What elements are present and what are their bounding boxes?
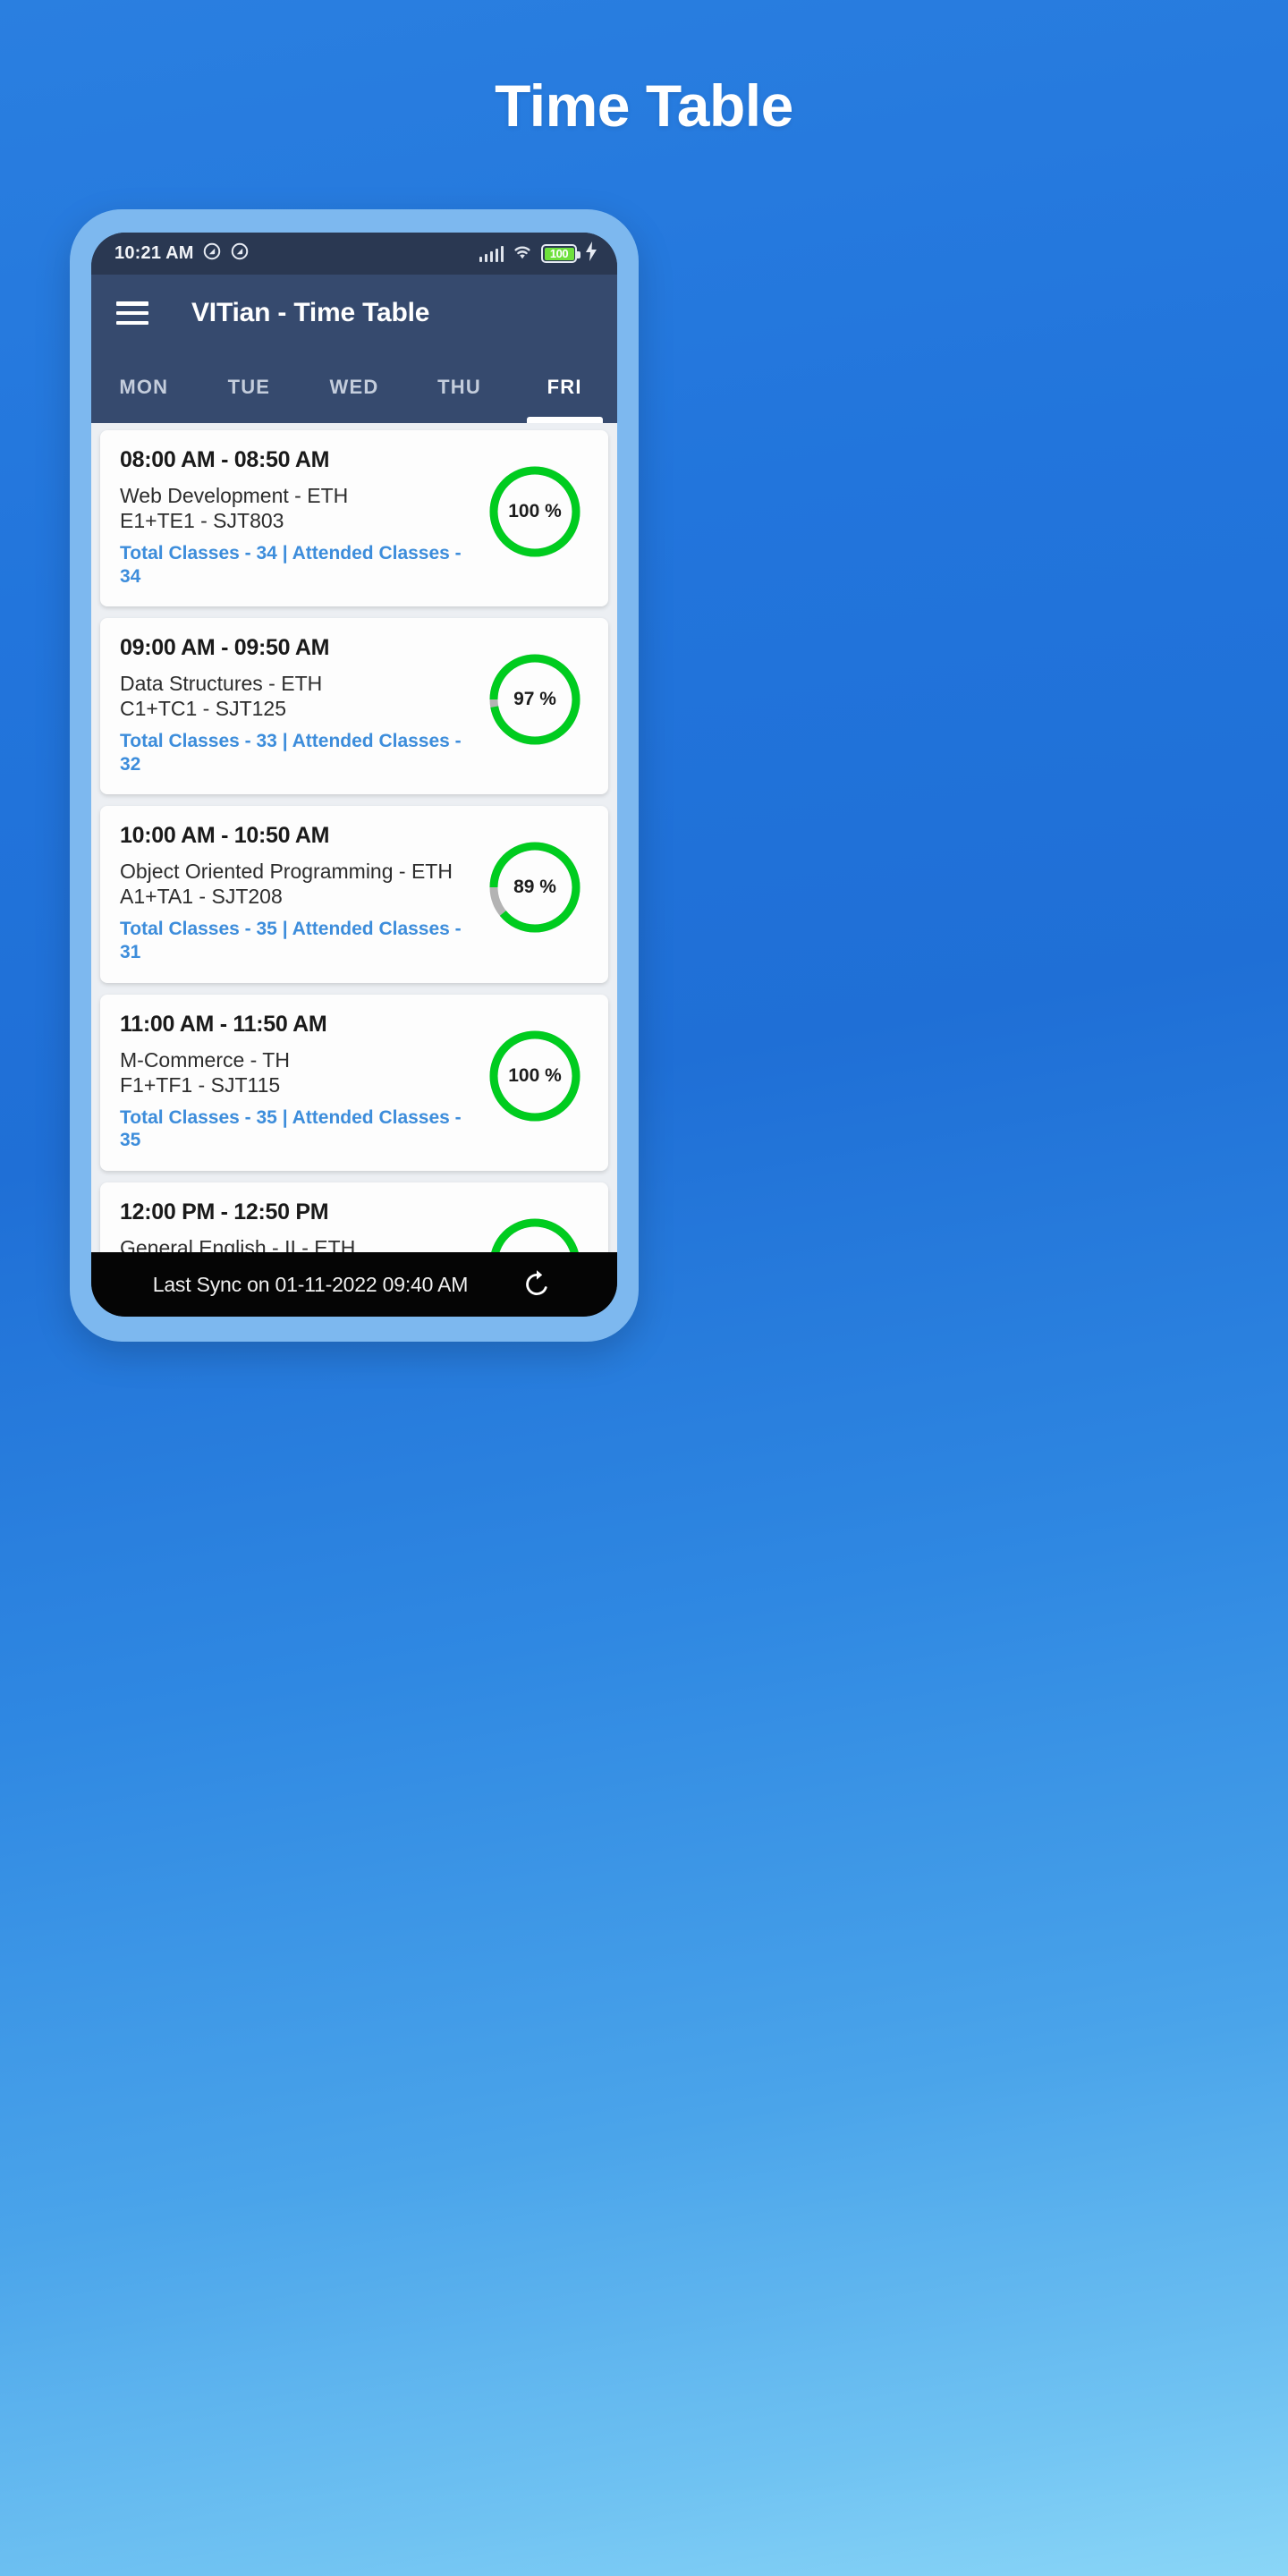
attendance-percent: 100 %: [485, 1214, 585, 1252]
battery-icon: 100: [541, 244, 580, 263]
attendance-ring: 100 %: [485, 1026, 585, 1126]
class-subject: Web Development - ETH: [120, 484, 349, 507]
class-subject: M-Commerce - TH: [120, 1047, 290, 1072]
class-time: 11:00 AM - 11:50 AM: [120, 1011, 327, 1037]
wifi-icon: [512, 243, 533, 265]
class-card[interactable]: 11:00 AM - 11:50 AM M-Commerce - TH F1+T…: [100, 994, 608, 1171]
app-bar-title: VITian - Time Table: [191, 298, 430, 327]
attendance-ring: 100 %: [485, 462, 585, 562]
tab-thu[interactable]: THU: [407, 352, 513, 423]
signal-icon: [479, 245, 504, 262]
app-bar: VITian - Time Table: [91, 275, 617, 352]
attendance-ring: 89 %: [485, 837, 585, 937]
hamburger-menu-icon[interactable]: [116, 301, 148, 325]
tab-wed[interactable]: WED: [301, 352, 407, 423]
phone-frame: 10:21 AM 100 VITian - Time Table MON TUE…: [70, 209, 639, 1342]
class-subject: Data Structures - ETH: [120, 672, 323, 696]
class-list[interactable]: 08:00 AM - 08:50 AM Web Development - ET…: [91, 423, 617, 1252]
class-attendance-stats: Total Classes - 34 | Attended Classes - …: [120, 542, 462, 587]
page-title: Time Table: [495, 72, 793, 139]
class-card[interactable]: 08:00 AM - 08:50 AM Web Development - ET…: [100, 430, 608, 607]
class-venue: F1+TF1 - SJT115: [120, 1072, 281, 1097]
status-clock: 10:21 AM: [114, 243, 194, 263]
phone-screen: 10:21 AM 100 VITian - Time Table MON TUE…: [91, 233, 617, 1317]
attendance-percent: 100 %: [508, 1064, 562, 1086]
battery-level: 100: [549, 247, 569, 260]
refresh-icon[interactable]: [518, 1266, 555, 1303]
tab-tue[interactable]: TUE: [197, 352, 302, 423]
class-card-text: 11:00 AM - 11:50 AM M-Commerce - TH F1+T…: [120, 1012, 485, 1152]
class-subject: Object Oriented Programming - ETH: [120, 860, 453, 884]
class-card[interactable]: 09:00 AM - 09:50 AM Data Structures - ET…: [100, 618, 608, 795]
class-attendance-stats: Total Classes - 35 | Attended Classes - …: [120, 919, 462, 962]
attendance-percent: 100 %: [508, 501, 562, 521]
class-card[interactable]: 12:00 PM - 12:50 PM General English - II…: [100, 1182, 608, 1252]
class-card[interactable]: 10:00 AM - 10:50 AM Object Oriented Prog…: [100, 806, 608, 983]
class-card-text: 10:00 AM - 10:50 AM Object Oriented Prog…: [120, 823, 485, 963]
class-attendance-stats: Total Classes - 35 | Attended Classes - …: [120, 1106, 462, 1151]
day-tab-bar: MON TUE WED THU FRI: [91, 352, 617, 423]
class-time: 12:00 PM - 12:50 PM: [120, 1199, 329, 1224]
status-bar-right: 100: [479, 242, 598, 266]
attendance-ring: 100 %: [485, 1214, 585, 1252]
class-card-text: 12:00 PM - 12:50 PM General English - II…: [120, 1199, 485, 1252]
class-time: 09:00 AM - 09:50 AM: [120, 635, 330, 661]
status-bar-left: 10:21 AM: [114, 242, 250, 266]
do-not-disturb-icon: [230, 242, 250, 266]
class-venue: C1+TC1 - SJT125: [120, 697, 286, 721]
attendance-percent: 97 %: [513, 689, 556, 710]
class-venue: E1+TE1 - SJT803: [120, 508, 284, 532]
class-subject: General English - II - ETH: [120, 1235, 356, 1252]
tab-mon[interactable]: MON: [91, 352, 197, 423]
status-bar: 10:21 AM 100: [91, 233, 617, 275]
last-sync-label: Last Sync on 01-11-2022 09:40 AM: [152, 1272, 469, 1296]
class-card-text: 08:00 AM - 08:50 AM Web Development - ET…: [120, 447, 485, 588]
charging-bolt-icon: [585, 242, 597, 266]
attendance-ring: 97 %: [485, 649, 585, 750]
class-venue: A1+TA1 - SJT208: [120, 885, 283, 909]
class-attendance-stats: Total Classes - 33 | Attended Classes - …: [120, 731, 462, 775]
do-not-disturb-icon: [202, 242, 222, 266]
class-time: 08:00 AM - 08:50 AM: [120, 447, 330, 472]
class-time: 10:00 AM - 10:50 AM: [120, 823, 330, 849]
class-card-text: 09:00 AM - 09:50 AM Data Structures - ET…: [120, 635, 485, 775]
attendance-percent: 89 %: [513, 877, 556, 898]
tab-fri[interactable]: FRI: [512, 352, 617, 423]
sync-bar: Last Sync on 01-11-2022 09:40 AM: [91, 1252, 617, 1317]
